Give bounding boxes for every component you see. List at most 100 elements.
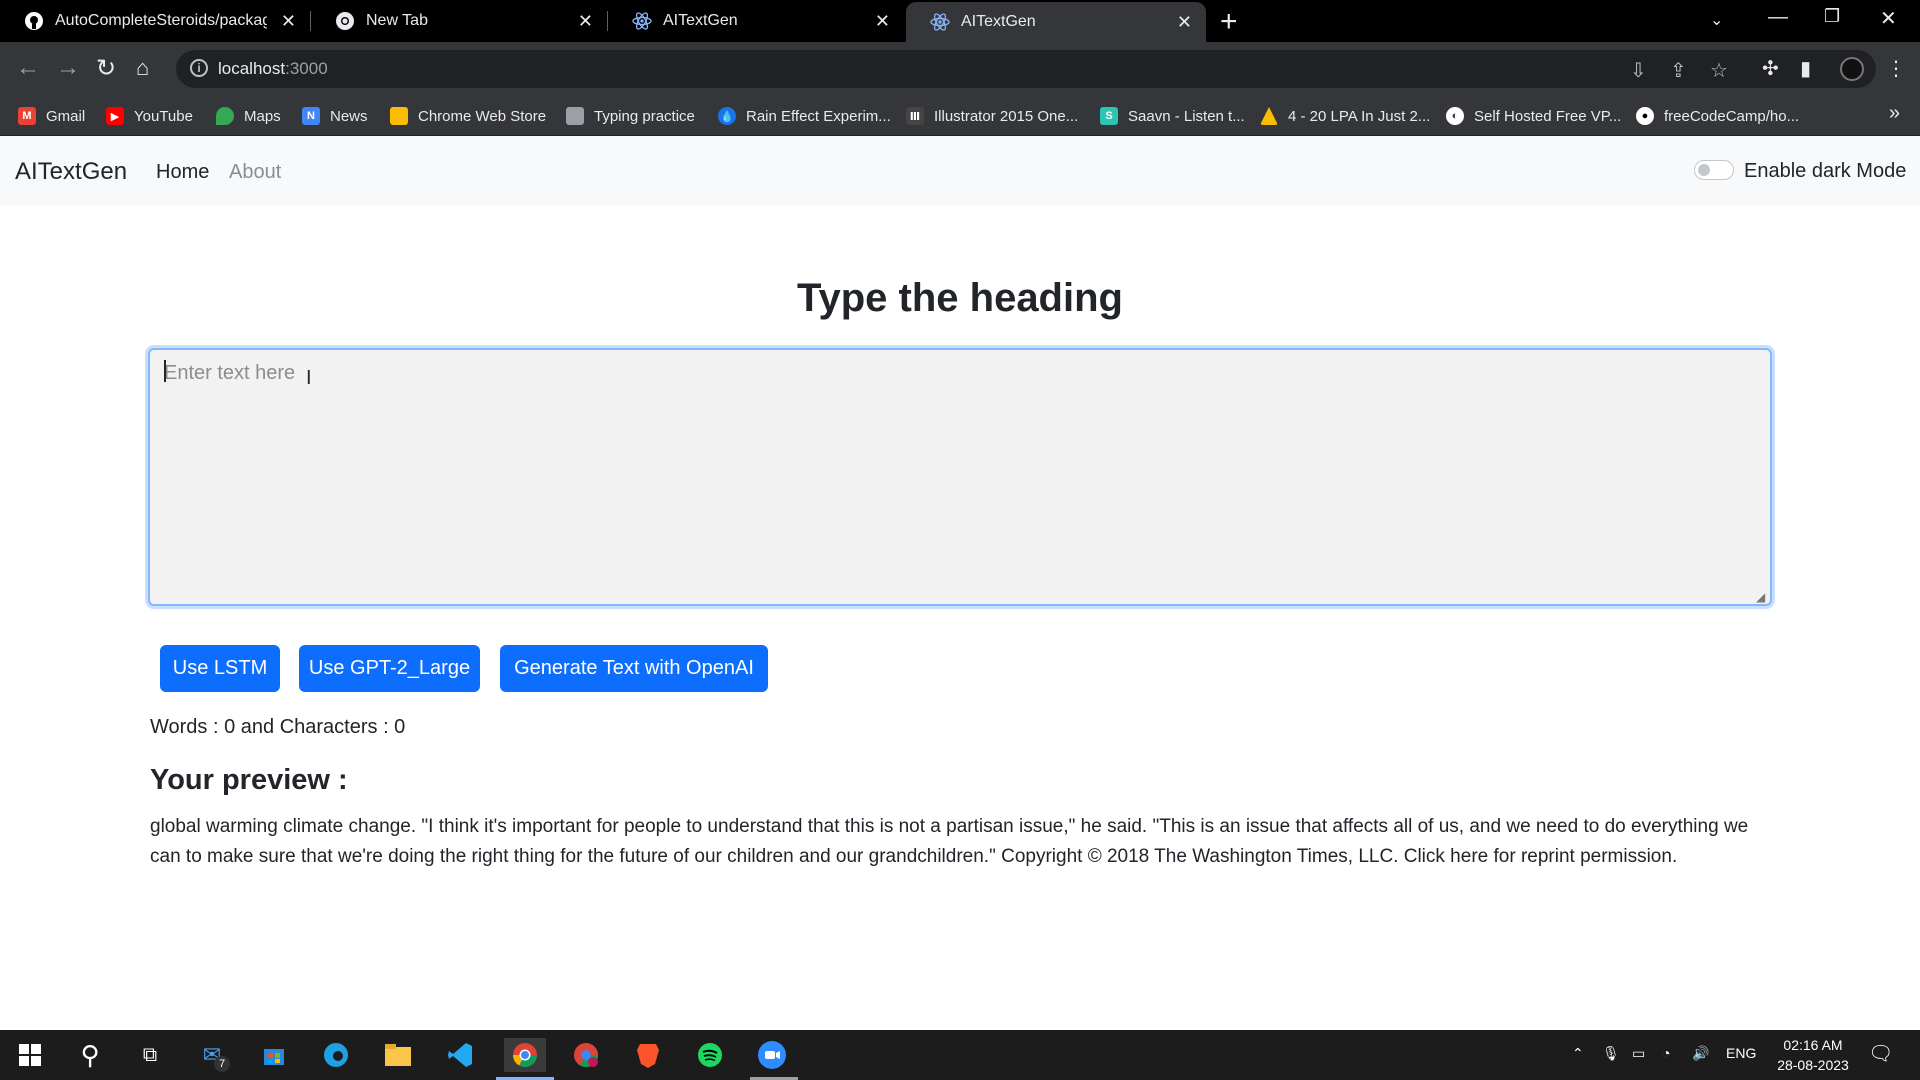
close-window-icon[interactable]: ✕ [1880, 6, 1897, 31]
use-lstm-button[interactable]: Use LSTM [160, 645, 280, 692]
tab-title: AutoCompleteSteroids/package.j [55, 12, 267, 29]
bookmark-typing[interactable]: Typing practice [566, 104, 695, 128]
youtube-icon: ▶ [106, 107, 124, 125]
show-hidden-icons[interactable]: ⌃ [1572, 1045, 1584, 1062]
forward-icon[interactable]: → [56, 54, 80, 82]
search-icon[interactable]: ⚲ [72, 1038, 108, 1072]
vscode-icon[interactable] [442, 1038, 478, 1072]
bookmark-drive[interactable]: 4 - 20 LPA In Just 2... [1260, 104, 1430, 128]
close-icon[interactable]: ✕ [281, 11, 296, 32]
windows-start-icon[interactable] [12, 1038, 48, 1072]
task-view-icon[interactable]: ⧉ [132, 1038, 168, 1072]
menu-icon[interactable]: ⋮ [1886, 56, 1906, 81]
bookmark-webstore[interactable]: Chrome Web Store [390, 104, 546, 128]
brand-logo[interactable]: AITextGen [15, 158, 127, 186]
tab-title: AITextGen [961, 13, 1036, 30]
battery-icon[interactable]: ▭ [1632, 1045, 1645, 1062]
url-text[interactable]: localhost:3000 [218, 59, 328, 79]
github-icon: ● [1636, 107, 1654, 125]
bookmark-news[interactable]: N News [302, 104, 368, 128]
volume-icon[interactable]: 🔊 [1692, 1045, 1709, 1062]
bookmarks-bar: M Gmail ▶ YouTube Maps N News Chrome Web St… [0, 96, 1920, 136]
react-icon [632, 11, 652, 31]
windows-taskbar: ⚲ ⧉ ✉ 7 ⌃ 🎙 ▭ ◔ 🔊 ENG 02:16 AM 28-08-2023… [0, 1030, 1920, 1080]
tab-search-icon[interactable]: ⌄ [1710, 10, 1723, 30]
news-icon: N [302, 107, 320, 125]
bookmark-youtube[interactable]: ▶ YouTube [106, 104, 193, 128]
typing-icon [566, 107, 584, 125]
bookmark-maps[interactable]: Maps [216, 104, 281, 128]
language-indicator[interactable]: ENG [1726, 1045, 1756, 1061]
browser-toolbar: ← → ↻ ⌂ i localhost:3000 ⇩ ⇪ ☆ [0, 42, 1920, 96]
clock-date: 28-08-2023 [1777, 1057, 1849, 1073]
chrome-taskbar-icon[interactable] [504, 1038, 546, 1072]
new-tab-button[interactable]: + [1220, 5, 1238, 39]
word-char-count: Words : 0 and Characters : 0 [150, 716, 406, 738]
site-info-icon[interactable]: i [190, 59, 208, 77]
tab-2[interactable]: New Tab ✕ [311, 0, 607, 42]
file-explorer-icon[interactable] [380, 1038, 416, 1072]
zoom-icon[interactable] [754, 1038, 790, 1072]
chrome-icon [335, 11, 355, 31]
address-bar[interactable]: i localhost:3000 ⇩ ⇪ ☆ [176, 50, 1876, 88]
back-icon[interactable]: ← [16, 54, 40, 82]
wifi-icon[interactable]: ◔ [1662, 1045, 1670, 1061]
use-gpt2-button[interactable]: Use GPT-2_Large [299, 645, 480, 692]
reload-icon[interactable]: ↻ [96, 54, 116, 83]
edge-icon[interactable] [318, 1038, 354, 1072]
tab-title: New Tab [366, 12, 428, 29]
text-input-area[interactable] [148, 348, 1772, 606]
chrome-profile-icon[interactable] [568, 1038, 604, 1072]
bookmark-gmail[interactable]: M Gmail [18, 104, 85, 128]
notifications-icon[interactable]: 🗨 [1868, 1041, 1893, 1066]
github-icon [24, 11, 44, 31]
bookmark-saavn[interactable]: S Saavn - Listen t... [1100, 104, 1245, 128]
page-heading: Type the heading [797, 276, 1123, 320]
nav-about-link[interactable]: About [229, 161, 281, 184]
clock-time: 02:16 AM [1783, 1037, 1843, 1053]
bookmark-star-icon[interactable]: ☆ [1710, 58, 1728, 83]
close-icon[interactable]: ✕ [875, 11, 890, 32]
ibeam-cursor-icon: I [306, 367, 312, 389]
drive-icon [1260, 107, 1278, 125]
close-icon[interactable]: ✕ [578, 11, 593, 32]
extensions-icon[interactable]: ✣ [1762, 56, 1779, 81]
system-clock[interactable]: 02:16 AM 28-08-2023 [1768, 1035, 1858, 1075]
side-panel-icon[interactable]: ▮ [1800, 56, 1811, 81]
microphone-icon[interactable]: 🎙 [1602, 1045, 1620, 1062]
preview-text: global warming climate change. "I think … [150, 816, 1749, 867]
bookmark-rain[interactable]: 💧 Rain Effect Experim... [718, 104, 891, 128]
tab-strip: AutoCompleteSteroids/package.j ✕ New Tab… [0, 0, 1920, 42]
more-bookmarks-icon[interactable]: » [1889, 102, 1900, 125]
webstore-icon [390, 107, 408, 125]
gmail-icon: M [18, 107, 36, 125]
profile-avatar[interactable] [1840, 57, 1864, 81]
react-icon [930, 12, 950, 32]
mail-icon[interactable]: ✉ 7 [194, 1038, 230, 1072]
maps-icon [216, 107, 234, 125]
globe-icon: ◐ [1446, 107, 1464, 125]
bookmark-vpn[interactable]: ◐ Self Hosted Free VP... [1446, 104, 1621, 128]
mail-badge: 7 [214, 1056, 230, 1072]
generate-openai-button[interactable]: Generate Text with OpenAI [500, 645, 768, 692]
dark-mode-switch[interactable] [1694, 160, 1734, 180]
resize-handle-icon[interactable]: ◢ [1756, 590, 1765, 604]
spotify-icon[interactable] [692, 1038, 728, 1072]
dark-mode-label[interactable]: Enable dark Mode [1744, 160, 1906, 183]
nav-home-link[interactable]: Home [156, 161, 209, 184]
restore-icon[interactable]: ❐ [1824, 6, 1840, 27]
tab-4-active[interactable]: AITextGen ✕ [906, 2, 1206, 42]
tab-3[interactable]: AITextGen ✕ [608, 0, 904, 42]
share-icon[interactable]: ⇪ [1670, 58, 1687, 83]
store-icon[interactable] [256, 1038, 292, 1072]
close-icon[interactable]: ✕ [1177, 12, 1192, 33]
home-icon[interactable]: ⌂ [136, 55, 149, 81]
bookmark-illustrator[interactable]: Ⅲ Illustrator 2015 One... [906, 104, 1078, 128]
app-navbar: AITextGen Home About Enable dark Mode [0, 136, 1920, 206]
rain-icon: 💧 [718, 107, 736, 125]
brave-icon[interactable] [630, 1038, 666, 1072]
minimize-icon[interactable]: — [1768, 6, 1788, 29]
bookmark-freecodecamp[interactable]: ● freeCodeCamp/ho... [1636, 104, 1799, 128]
install-app-icon[interactable]: ⇩ [1630, 58, 1647, 83]
tab-1[interactable]: AutoCompleteSteroids/package.j ✕ [0, 0, 310, 42]
